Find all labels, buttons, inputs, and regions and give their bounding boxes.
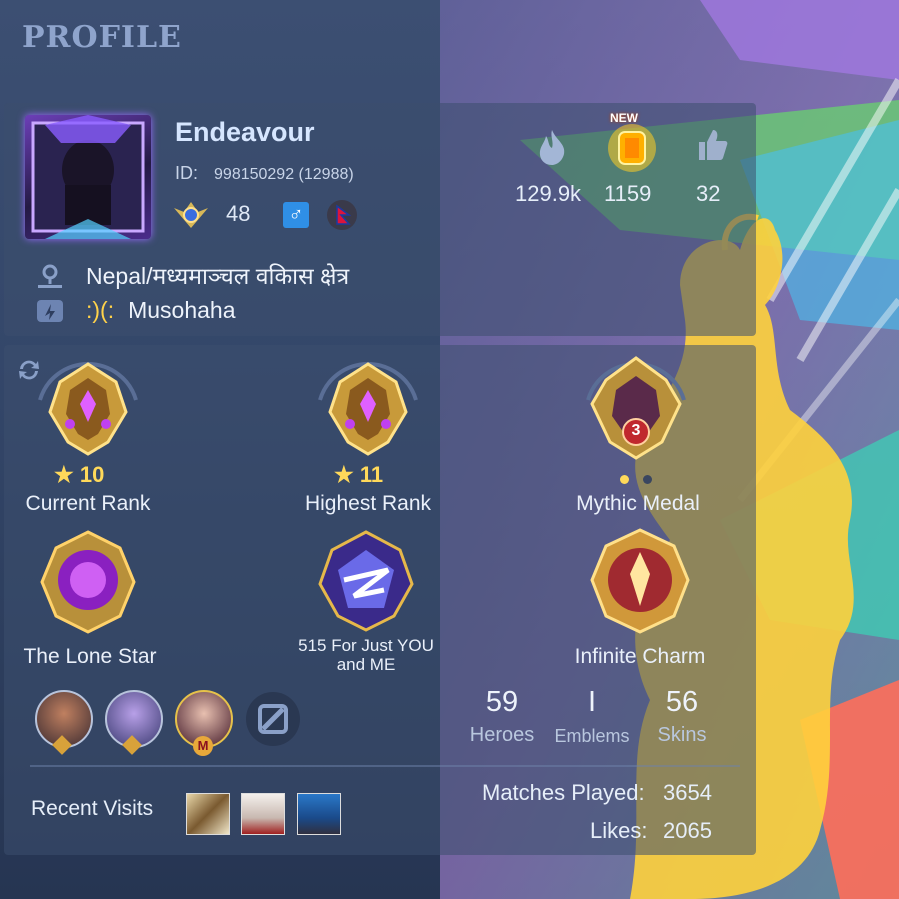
skins-count: 56 [665,686,699,718]
heroes-count: 59 [485,686,519,718]
nepal-flag-icon [327,200,357,230]
recent-visit-3[interactable] [297,793,341,835]
lone-star-medal[interactable] [36,530,140,639]
515-label: 515 For Just YOU and ME [276,636,456,674]
highest-rank-label: Highest Rank [304,492,432,515]
fire-icon [534,128,570,171]
id-label: ID: [175,163,199,183]
popularity-value: 129.9k [515,181,582,206]
star-icon: ★ [334,462,354,487]
mythic-medal-label: Mythic Medal [576,492,700,515]
mythic-medal[interactable] [576,356,696,471]
location-text: Nepal/मध्यमाञ्चल वकिास क्षेत्र [86,263,350,289]
squad-name: Musohaha [128,297,236,323]
matches-value: 3654 [663,780,712,805]
new-badge: NEW [610,111,638,125]
squad-tag: :)(: [86,297,115,323]
skins-label: Skins [657,724,707,746]
male-icon: ♂ [283,202,309,228]
infinite-charm-medal[interactable] [588,528,692,639]
player-id: ID: 998150292 (12988) [175,163,354,184]
515-label-line1: 515 For Just YOU [298,636,434,655]
recent-visits-label: Recent Visits [31,797,154,820]
player-name: Endeavour [175,117,315,147]
recent-visit-1[interactable] [186,793,230,835]
likes-value: 2065 [663,818,712,843]
level-wings-icon [170,198,212,237]
avatar[interactable] [25,115,151,239]
likes-label: Likes: [590,818,648,843]
emblems-label: Emblems [554,726,630,746]
highest-rank-stars-value: 11 [359,462,384,487]
recent-visit-2[interactable] [241,793,285,835]
highest-rank-medal[interactable] [308,360,428,465]
likes-top-value: 32 [696,181,721,206]
location-icon [36,262,64,295]
heroes-label: Heroes [469,724,535,746]
edit-icon[interactable] [246,692,300,746]
squad-icon [35,296,65,329]
current-rank-medal[interactable] [28,360,148,465]
515-label-line2: and ME [336,655,396,674]
page-dot [643,475,652,484]
page-title: PROFILE [22,20,182,55]
current-rank-label: Current Rank [25,492,151,515]
star-icon: ★ [54,462,74,487]
squad-row[interactable]: :)(: Musohaha [86,297,236,324]
emblems-count: I [587,686,597,718]
id-value: 998150292 (12988) [214,166,354,183]
thumbs-up-icon [695,126,729,167]
matches-label: Matches Played: [482,780,645,805]
current-rank-stars: ★ 10 [54,462,104,488]
current-rank-stars-value: 10 [79,462,105,487]
charisma-value: 1159 [604,181,652,206]
divider [30,765,740,767]
lone-star-label: The Lone Star [23,645,157,668]
infinite-charm-label: Infinite Charm [574,645,706,668]
page-dot-active [620,475,629,484]
player-level: 48 [226,201,251,226]
mythic-medal-badge: 3 [631,422,641,439]
highest-rank-stars: ★ 11 [334,462,383,488]
hero-badge-3: M [193,736,213,756]
515-medal[interactable] [314,530,418,639]
